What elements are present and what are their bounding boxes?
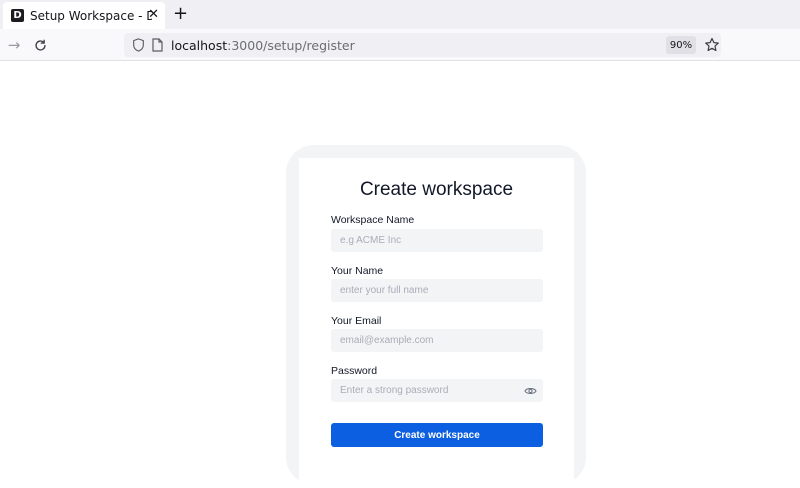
- password-input[interactable]: [331, 379, 543, 402]
- tab-title: Setup Workspace - Documenso: [30, 8, 152, 23]
- your-name-input[interactable]: [331, 279, 543, 302]
- workspace-name-input[interactable]: [331, 229, 543, 252]
- password-label: Password: [331, 365, 378, 377]
- shield-icon[interactable]: [132, 38, 145, 52]
- your-name-label: Your Name: [331, 265, 384, 277]
- new-tab-button[interactable]: +: [173, 4, 188, 24]
- address-bar[interactable]: localhost:3000/setup/register 90%: [124, 33, 721, 57]
- url-path: :3000/setup/register: [227, 38, 355, 53]
- eye-icon[interactable]: [524, 386, 537, 396]
- reload-icon: [34, 39, 46, 51]
- create-workspace-button[interactable]: Create workspace: [331, 423, 543, 447]
- browser-tab[interactable]: D Setup Workspace - Documenso ✕: [3, 2, 165, 29]
- navigation-bar: → localhost:3000/setup/register 90%: [0, 29, 800, 61]
- page-title: Create workspace: [359, 179, 514, 200]
- email-input[interactable]: [331, 329, 543, 352]
- forward-button[interactable]: →: [3, 34, 25, 56]
- url-text[interactable]: localhost:3000/setup/register: [171, 38, 355, 53]
- workspace-name-label: Workspace Name: [331, 214, 415, 226]
- close-icon[interactable]: ✕: [148, 7, 159, 23]
- page-icon: [152, 38, 163, 52]
- your-email-label: Your Email: [331, 315, 382, 327]
- favicon-icon: D: [11, 9, 24, 22]
- arrow-right-icon: →: [7, 36, 21, 54]
- tab-strip: D Setup Workspace - Documenso ✕ +: [0, 0, 800, 29]
- url-host: localhost: [171, 38, 228, 53]
- zoom-level-button[interactable]: 90%: [666, 36, 696, 54]
- star-icon[interactable]: [703, 36, 721, 54]
- reload-button[interactable]: [29, 34, 51, 56]
